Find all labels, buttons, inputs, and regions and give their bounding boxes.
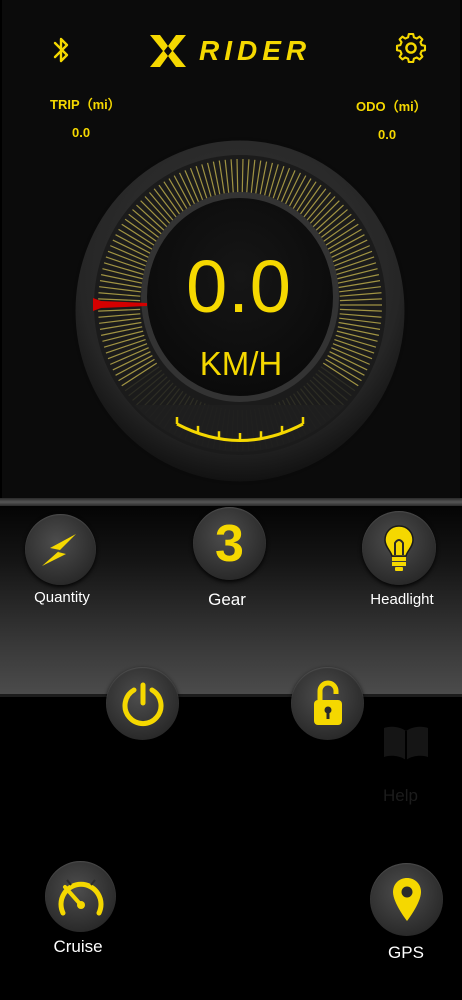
odo-label: ODO（mi） <box>356 99 427 114</box>
brand-name: RIDER <box>199 35 312 66</box>
cruise-button[interactable] <box>45 861 116 932</box>
bluetooth-icon[interactable] <box>48 34 74 66</box>
quantity-button[interactable] <box>25 514 96 585</box>
help-label[interactable]: Help <box>383 786 418 806</box>
cruise-label: Cruise <box>53 937 103 956</box>
brand-logo-icon <box>148 33 188 69</box>
panel-divider <box>0 498 462 506</box>
unlock-icon <box>313 680 342 725</box>
headlight-button[interactable] <box>362 511 436 585</box>
location-pin-icon <box>392 877 421 921</box>
gear-label: Gear <box>208 590 246 609</box>
power-button[interactable] <box>106 667 179 740</box>
quantity-label: Quantity <box>34 589 90 606</box>
gear-level-button[interactable]: 3 <box>193 507 266 580</box>
help-book-icon[interactable] <box>381 723 431 765</box>
gps-button[interactable] <box>370 863 443 936</box>
speedometer-icon <box>58 878 103 915</box>
gear-icon[interactable] <box>395 32 427 64</box>
gear-value: 3 <box>215 514 244 573</box>
speed-value: 0.0 <box>186 245 292 328</box>
lightbulb-icon <box>384 525 414 571</box>
trip-label: TRIP（mi） <box>50 97 121 112</box>
gps-label: GPS <box>388 943 424 962</box>
lightning-icon <box>41 533 76 566</box>
speed-unit: KM/H <box>199 345 283 382</box>
power-icon <box>122 682 163 726</box>
lock-button[interactable] <box>291 667 364 740</box>
headlight-label: Headlight <box>370 591 434 608</box>
